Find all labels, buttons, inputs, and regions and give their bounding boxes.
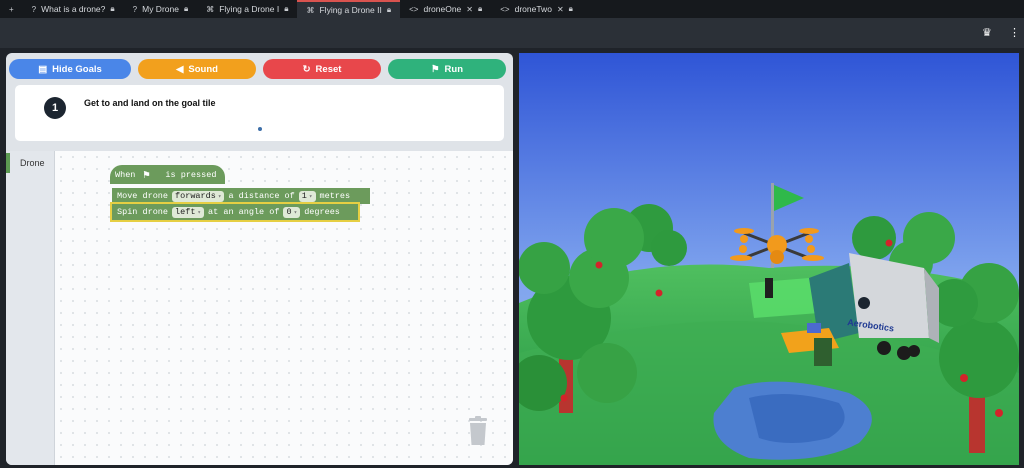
run-button[interactable]: ⚑ Run: [388, 59, 506, 79]
chevron-down-icon: ▾: [293, 208, 298, 216]
sound-button[interactable]: ◀ Sound: [138, 59, 256, 79]
lock-icon: 🔒︎: [284, 4, 289, 13]
tab-flying-a-drone-2[interactable]: ⌘ Flying a Drone II 🔒︎: [297, 0, 401, 18]
lock-icon: 🔒︎: [183, 4, 189, 13]
question-circle-icon: ?: [31, 4, 37, 14]
speaker-icon: ◀: [176, 63, 184, 75]
goal-tile: [749, 278, 819, 318]
drone-icon: ⌘: [306, 5, 315, 15]
tab-label: Flying a Drone I: [219, 4, 280, 14]
block-workspace[interactable]: When ⚑ is pressed Move drone forwards ▾ a…: [55, 151, 513, 465]
flag-icon: ⚑: [431, 63, 440, 75]
tab-new[interactable]: +: [0, 0, 23, 18]
sound-label: Sound: [188, 63, 218, 75]
block-text: Spin drone: [117, 207, 169, 217]
goal-text: Get to and land on the goal tile: [84, 98, 216, 108]
crown-icon[interactable]: ♛: [982, 26, 992, 39]
code-icon: <>: [500, 4, 510, 14]
drone-icon: ⌘: [206, 4, 215, 14]
toolbar: ♛ ⋮: [0, 18, 1024, 48]
flag-icon: ⚑: [143, 169, 150, 182]
spin-angle-dropdown[interactable]: 0 ▾: [283, 206, 301, 218]
block-categories: Drone: [6, 151, 55, 465]
dropdown-value: left: [175, 207, 196, 217]
tab-flying-a-drone-1[interactable]: ⌘ Flying a Drone I 🔒︎: [197, 0, 297, 18]
lock-icon: 🔒︎: [477, 4, 483, 13]
reset-button[interactable]: ↻ Reset: [263, 59, 381, 79]
spin-direction-dropdown[interactable]: left ▾: [172, 206, 205, 218]
hide-goals-label: Hide Goals: [52, 63, 102, 75]
tab-drone-two[interactable]: <> droneTwo ✕ 🔒︎: [491, 0, 582, 18]
water-shade: [749, 394, 845, 443]
spin-drone-block[interactable]: Spin drone left ▾ at an angle of 0 ▾ degre…: [110, 202, 360, 222]
goal-page-indicator[interactable]: [258, 127, 262, 131]
block-text: is pressed: [165, 169, 217, 180]
tab-label: What is a drone?: [41, 4, 106, 14]
block-text: Move drone: [117, 191, 169, 201]
block-text: degrees: [304, 207, 340, 217]
block-text: metres: [319, 191, 351, 201]
reset-icon: ↻: [302, 63, 311, 75]
chevron-down-icon: ▾: [308, 192, 313, 200]
no-sync-icon: ✕: [466, 4, 473, 14]
hide-goals-button[interactable]: ▤ Hide Goals: [9, 59, 131, 79]
code-icon: <>: [409, 4, 419, 14]
tab-label: droneTwo: [514, 4, 552, 14]
dropdown-value: 0: [286, 207, 292, 217]
block-text: a distance of: [228, 191, 295, 201]
plus-icon: +: [9, 4, 14, 14]
lock-icon: 🔒︎: [110, 4, 115, 13]
simulation-viewport[interactable]: Aerobotics: [519, 53, 1019, 465]
dropdown-value: 1: [301, 191, 307, 201]
tab-label: My Drone: [142, 4, 179, 14]
tab-bar: + ? What is a drone? 🔒︎ ? My Drone 🔒︎ ⌘ …: [0, 0, 1024, 18]
goal-number: 1: [44, 97, 66, 119]
when-flag-pressed-block[interactable]: When ⚑ is pressed: [110, 165, 225, 184]
tab-drone-one[interactable]: <> droneOne ✕ 🔒︎: [400, 0, 491, 18]
move-distance-dropdown[interactable]: 1 ▾: [298, 190, 316, 202]
tab-my-drone[interactable]: ? My Drone 🔒︎: [124, 0, 198, 18]
block-text: at an angle of: [208, 207, 280, 217]
lock-icon: 🔒︎: [386, 5, 392, 14]
move-drone-block[interactable]: Move drone forwards ▾ a distance of 1 ▾ me…: [112, 188, 370, 204]
tab-label: droneOne: [423, 4, 462, 14]
question-circle-icon: ?: [132, 4, 138, 14]
category-drone[interactable]: Drone: [6, 153, 55, 173]
reset-label: Reset: [315, 63, 342, 75]
tab-label: Flying a Drone II: [319, 5, 382, 15]
block-text: When: [115, 169, 136, 180]
run-label: Run: [444, 63, 463, 75]
control-buttons: ▤ Hide Goals ◀ Sound ↻ Reset ⚑ Run: [9, 59, 509, 79]
trash-icon[interactable]: [468, 416, 488, 446]
lock-icon: 🔒︎: [568, 4, 573, 13]
no-sync-icon: ✕: [556, 4, 564, 14]
tab-what-is-a-drone[interactable]: ? What is a drone? 🔒︎: [23, 0, 124, 18]
more-options-icon[interactable]: ⋮: [1009, 26, 1020, 39]
chevron-down-icon: ▾: [197, 208, 202, 216]
editor-panel: ▤ Hide Goals ◀ Sound ↻ Reset ⚑ Run 1 Get…: [6, 53, 513, 465]
move-direction-dropdown[interactable]: forwards ▾: [172, 190, 225, 202]
dropdown-value: forwards: [175, 191, 216, 201]
clipboard-icon: ▤: [38, 63, 48, 75]
goal-card: [15, 85, 504, 141]
chevron-down-icon: ▾: [217, 192, 222, 200]
